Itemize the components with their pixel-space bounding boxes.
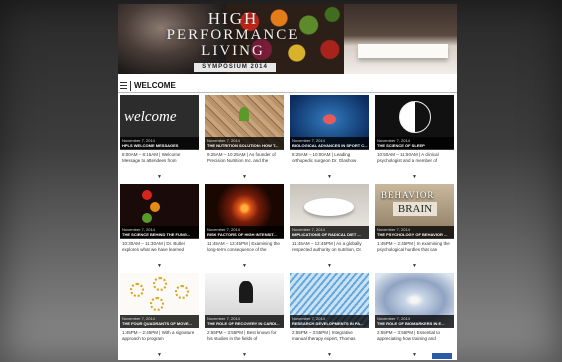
session-title[interactable]: THE NUTRITION SOLUTION: HOW T... [207, 143, 283, 148]
session-card[interactable]: November 7, 2014 THE ROLE OF BIOMARKERS … [375, 273, 454, 359]
session-caption: November 7, 2014 THE PSYCHOLOGY OF BEHAV… [375, 226, 454, 239]
session-description: 2:55PM – 3:55PM | Best known for his stu… [207, 330, 277, 341]
hamburger-menu-icon[interactable] [120, 82, 127, 89]
chevron-down-icon[interactable]: ▼ [327, 263, 332, 269]
banner-title-line3: LIVING [201, 43, 265, 59]
session-caption: November 7, 2014 RESEARCH DEVELOPMENTS I… [290, 315, 369, 328]
session-card[interactable]: November 7, 2014 RISK FACTORS OF HIGH IN… [205, 184, 284, 270]
session-caption: November 7, 2014 IMPLICATIONS OF RADICAL… [290, 226, 369, 239]
green-pill-icon [142, 213, 152, 223]
session-description: 2:55PM – 3:55PM | Integrative manual the… [292, 330, 356, 341]
session-card[interactable]: November 7, 2014 THE SCIENCE BEHIND THE … [120, 184, 199, 270]
session-title[interactable]: BIOLOGICAL ADVANCES IN SPORT C... [292, 143, 368, 148]
behavior-thumb-text: BEHAVIOR [381, 190, 435, 200]
session-card[interactable]: November 7, 2014 THE FOUR QUADRANTS OF M… [120, 273, 199, 359]
session-description: 10:50AM – 11:50AM | A clinical psycholog… [377, 152, 439, 163]
session-description: 9:25AM – 10:25AM | As founder of Precisi… [207, 152, 276, 163]
session-card[interactable]: November 7, 2014 THE NUTRITION SOLUTION:… [205, 95, 284, 181]
session-title[interactable]: HPLS WELCOME MESSAGES [122, 143, 198, 148]
session-description: 1:45PM – 2:45PM | In examining the psych… [377, 241, 450, 252]
session-caption: November 7, 2014 THE ROLE OF RECOVERY IN… [205, 315, 284, 328]
session-title[interactable]: IMPLICATIONS OF RADICAL DIET ... [292, 232, 368, 237]
session-caption: November 7, 2014 BIOLOGICAL ADVANCES IN … [290, 137, 369, 150]
sprout-icon [239, 107, 249, 121]
section-navbar: WELCOME [118, 80, 457, 93]
session-description: 8:25AM – 10:00AM | Leading orthopedic su… [292, 152, 357, 163]
chevron-down-icon[interactable]: ▼ [412, 174, 417, 180]
chevron-down-icon[interactable]: ▼ [242, 263, 247, 269]
yin-yang-icon [399, 101, 431, 133]
session-description: 1:45PM – 2:45PM | With a signature appro… [122, 330, 195, 341]
session-card[interactable]: November 7, 2014 THE ROLE OF RECOVERY IN… [205, 273, 284, 359]
session-card[interactable]: November 7, 2014 THE SCIENCE OF SLEEP 10… [375, 95, 454, 181]
session-title[interactable]: THE SCIENCE BEHIND THE FUNG... [122, 232, 198, 237]
runner-silhouette-icon [239, 281, 253, 303]
chevron-down-icon[interactable]: ▼ [242, 174, 247, 180]
chevron-down-icon[interactable]: ▼ [412, 352, 417, 358]
chevron-down-icon[interactable]: ▼ [157, 352, 162, 358]
session-card[interactable]: November 7, 2014 RESEARCH DEVELOPMENTS I… [290, 273, 369, 359]
session-caption: November 7, 2014 HPLS WELCOME MESSAGES [120, 137, 199, 150]
session-description: 11:45AM – 12:45PM | As a globally respec… [292, 241, 363, 252]
red-pill-icon [142, 190, 152, 200]
banner-title: HIGH PERFORMANCE LIVING [158, 10, 308, 59]
session-card[interactable]: BEHAVIOR BRAIN November 7, 2014 THE PSYC… [375, 184, 454, 270]
nav-separator [130, 81, 131, 91]
banner-spa-image [344, 4, 457, 74]
banner-title-line2: PERFORMANCE [166, 27, 300, 43]
plate-icon [304, 198, 354, 216]
gear-icon [175, 285, 189, 299]
session-card[interactable]: November 7, 2014 IMPLICATIONS OF RADICAL… [290, 184, 369, 270]
session-caption: November 7, 2014 THE FOUR QUADRANTS OF M… [120, 315, 199, 328]
session-title[interactable]: THE SCIENCE OF SLEEP [377, 143, 453, 148]
session-title[interactable]: RISK FACTORS OF HIGH INTENSIT... [207, 232, 283, 237]
gear-icon [150, 297, 164, 311]
session-description: 10:30AM – 11:30AM | Dr. Butler explores … [122, 241, 186, 252]
chevron-down-icon[interactable]: ▼ [157, 263, 162, 269]
session-title[interactable]: THE ROLE OF RECOVERY IN CARDI... [207, 321, 283, 326]
session-caption: November 7, 2014 RISK FACTORS OF HIGH IN… [205, 226, 284, 239]
session-caption: November 7, 2014 THE SCIENCE OF SLEEP [375, 137, 454, 150]
chevron-down-icon[interactable]: ▼ [242, 352, 247, 358]
section-title: WELCOME [134, 81, 176, 90]
banner-subtitle: SYMPOSIUM 2014 [194, 63, 276, 72]
session-card[interactable]: November 7, 2014 BIOLOGICAL ADVANCES IN … [290, 95, 369, 181]
session-title[interactable]: THE PSYCHOLOGY OF BEHAVIOR ... [377, 232, 453, 237]
session-description: 8:00AM – 8:15AM | Welcome Message to att… [122, 152, 181, 163]
chevron-down-icon[interactable]: ▼ [327, 352, 332, 358]
session-title[interactable]: RESEARCH DEVELOPMENTS IN PA... [292, 321, 368, 326]
session-caption: November 7, 2014 THE NUTRITION SOLUTION:… [205, 137, 284, 150]
chevron-down-icon[interactable]: ▼ [157, 174, 162, 180]
gear-icon [130, 283, 144, 297]
session-caption: November 7, 2014 THE ROLE OF BIOMARKERS … [375, 315, 454, 328]
hero-banner: HIGH PERFORMANCE LIVING SYMPOSIUM 2014 [118, 4, 457, 74]
welcome-thumb-text: welcome [124, 109, 177, 125]
brain-thumb-text: BRAIN [393, 202, 437, 216]
chevron-down-icon[interactable]: ▼ [412, 263, 417, 269]
session-description: 11:45AM – 12:45PM | Examining the long-t… [207, 241, 280, 252]
page-container: HIGH PERFORMANCE LIVING SYMPOSIUM 2014 W… [118, 4, 457, 360]
session-description: 2:55PM – 3:55PM | Essential to appreciat… [377, 330, 440, 341]
footer-logo [432, 353, 452, 359]
orange-pill-icon [150, 202, 160, 212]
banner-title-line1: HIGH [207, 9, 259, 28]
banner-spa-bed [358, 44, 448, 58]
session-title[interactable]: THE ROLE OF BIOMARKERS IN E... [377, 321, 453, 326]
session-title[interactable]: THE FOUR QUADRANTS OF MOVE... [122, 321, 198, 326]
gear-icon [153, 277, 167, 291]
chevron-down-icon[interactable]: ▼ [327, 174, 332, 180]
session-caption: November 7, 2014 THE SCIENCE BEHIND THE … [120, 226, 199, 239]
session-card[interactable]: welcome November 7, 2014 HPLS WELCOME ME… [120, 95, 199, 181]
